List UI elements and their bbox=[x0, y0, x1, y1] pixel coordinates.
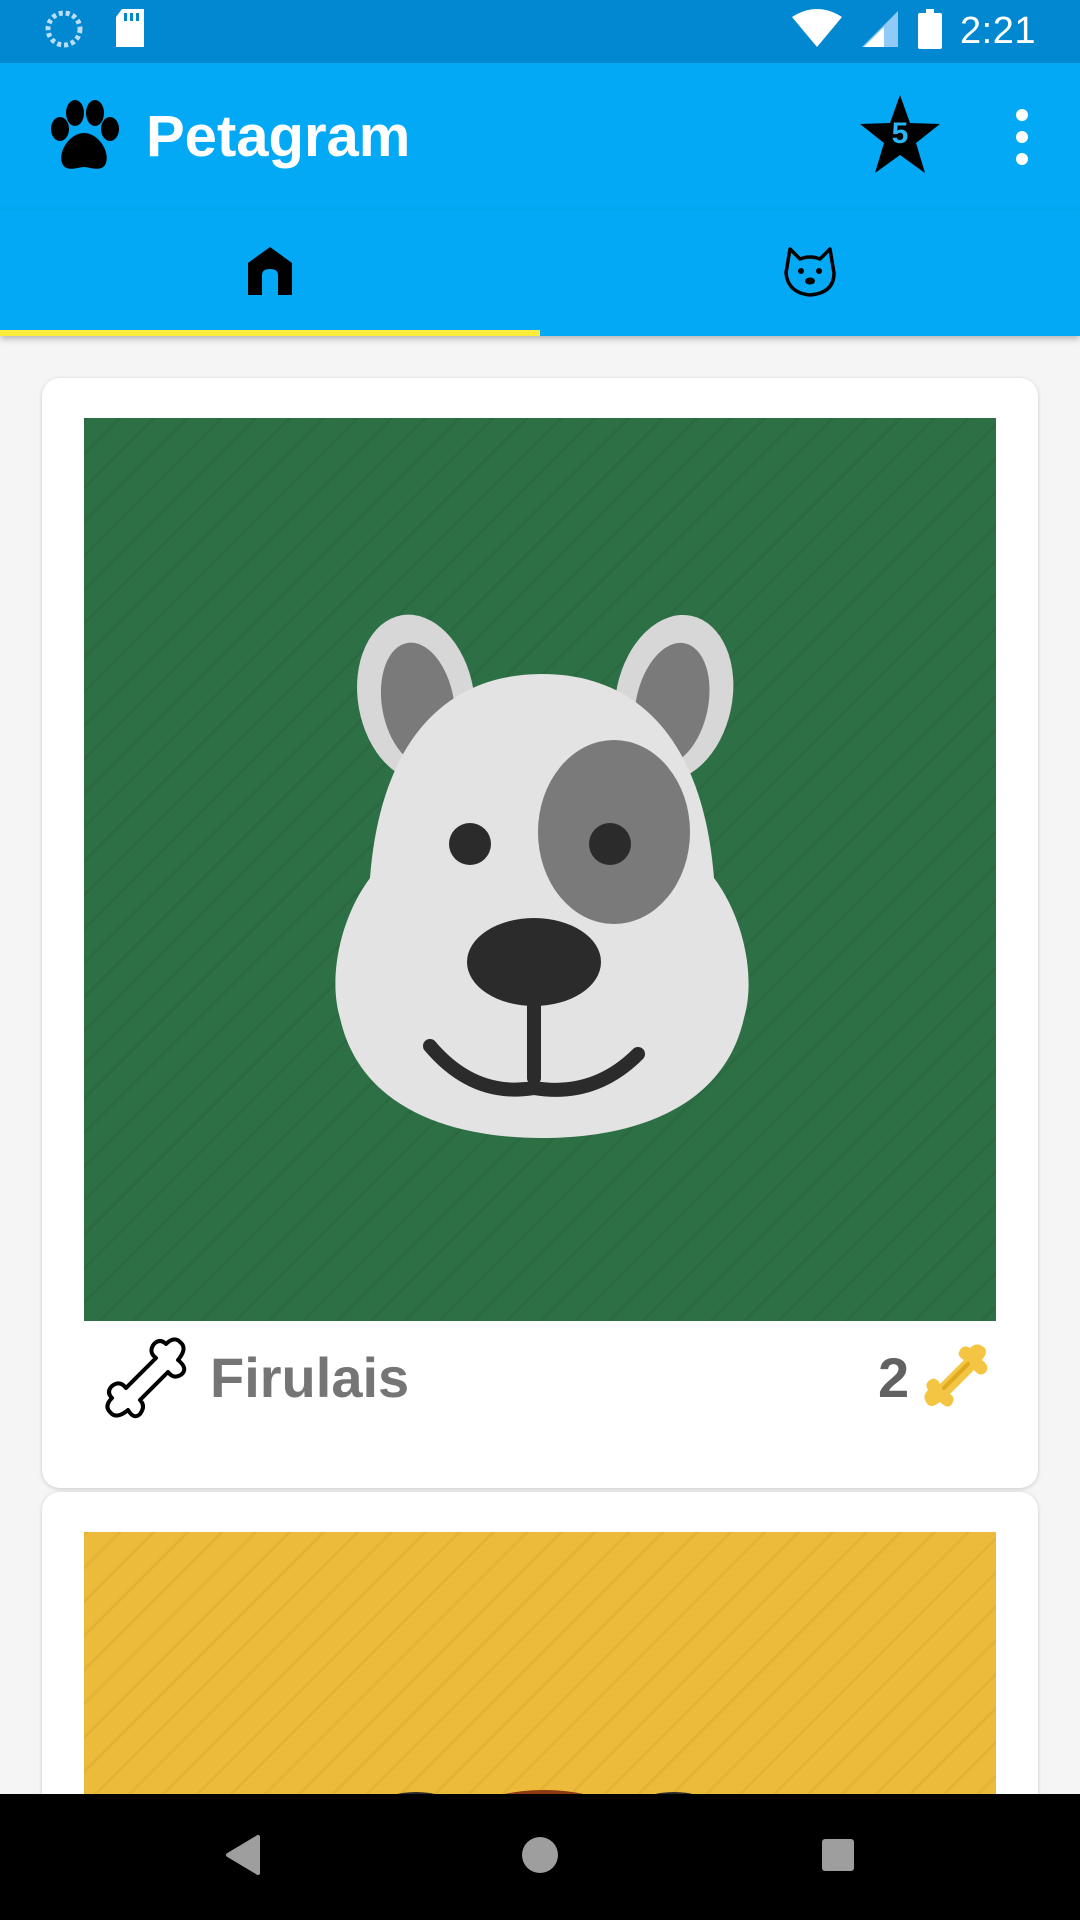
tab-bar bbox=[0, 210, 1080, 336]
dog-face-icon bbox=[782, 243, 838, 304]
like-count: 2 bbox=[878, 1346, 910, 1409]
home-circle-icon bbox=[518, 1833, 562, 1882]
pet-photo bbox=[84, 418, 996, 1321]
pet-name: Firulais bbox=[210, 1346, 410, 1409]
wifi-icon bbox=[792, 8, 843, 54]
home-icon bbox=[244, 245, 296, 302]
bone-rate-icon[interactable] bbox=[102, 1334, 194, 1426]
pet-feed[interactable]: Firulais 2 bbox=[0, 336, 1080, 1794]
back-icon bbox=[222, 1833, 262, 1882]
back-button[interactable] bbox=[212, 1827, 272, 1887]
pet-card[interactable]: Firulais 2 bbox=[42, 378, 1038, 1488]
loading-icon bbox=[44, 9, 84, 54]
app-title: Petagram bbox=[146, 104, 411, 169]
paw-icon bbox=[40, 93, 128, 181]
gold-bone-icon bbox=[920, 1340, 994, 1414]
app-bar: Petagram 5 bbox=[0, 63, 1080, 210]
battery-icon bbox=[918, 8, 943, 54]
more-options-button[interactable] bbox=[1000, 105, 1044, 169]
recents-icon bbox=[818, 1835, 858, 1880]
status-time: 2:21 bbox=[960, 9, 1036, 52]
pet-photo bbox=[84, 1532, 996, 1794]
home-button[interactable] bbox=[510, 1827, 570, 1887]
tab-profile[interactable] bbox=[540, 210, 1080, 336]
more-vert-icon bbox=[1000, 109, 1044, 173]
status-bar: 2:21 bbox=[0, 0, 1080, 63]
star-icon bbox=[858, 95, 942, 181]
tab-home[interactable] bbox=[0, 210, 540, 336]
sd-card-icon bbox=[114, 8, 146, 54]
recents-button[interactable] bbox=[808, 1827, 868, 1887]
pet-card[interactable] bbox=[42, 1492, 1038, 1794]
favorites-button[interactable]: 5 bbox=[858, 93, 942, 177]
signal-icon bbox=[860, 9, 900, 54]
system-nav-bar bbox=[0, 1794, 1080, 1920]
favorites-count: 5 bbox=[891, 117, 909, 150]
